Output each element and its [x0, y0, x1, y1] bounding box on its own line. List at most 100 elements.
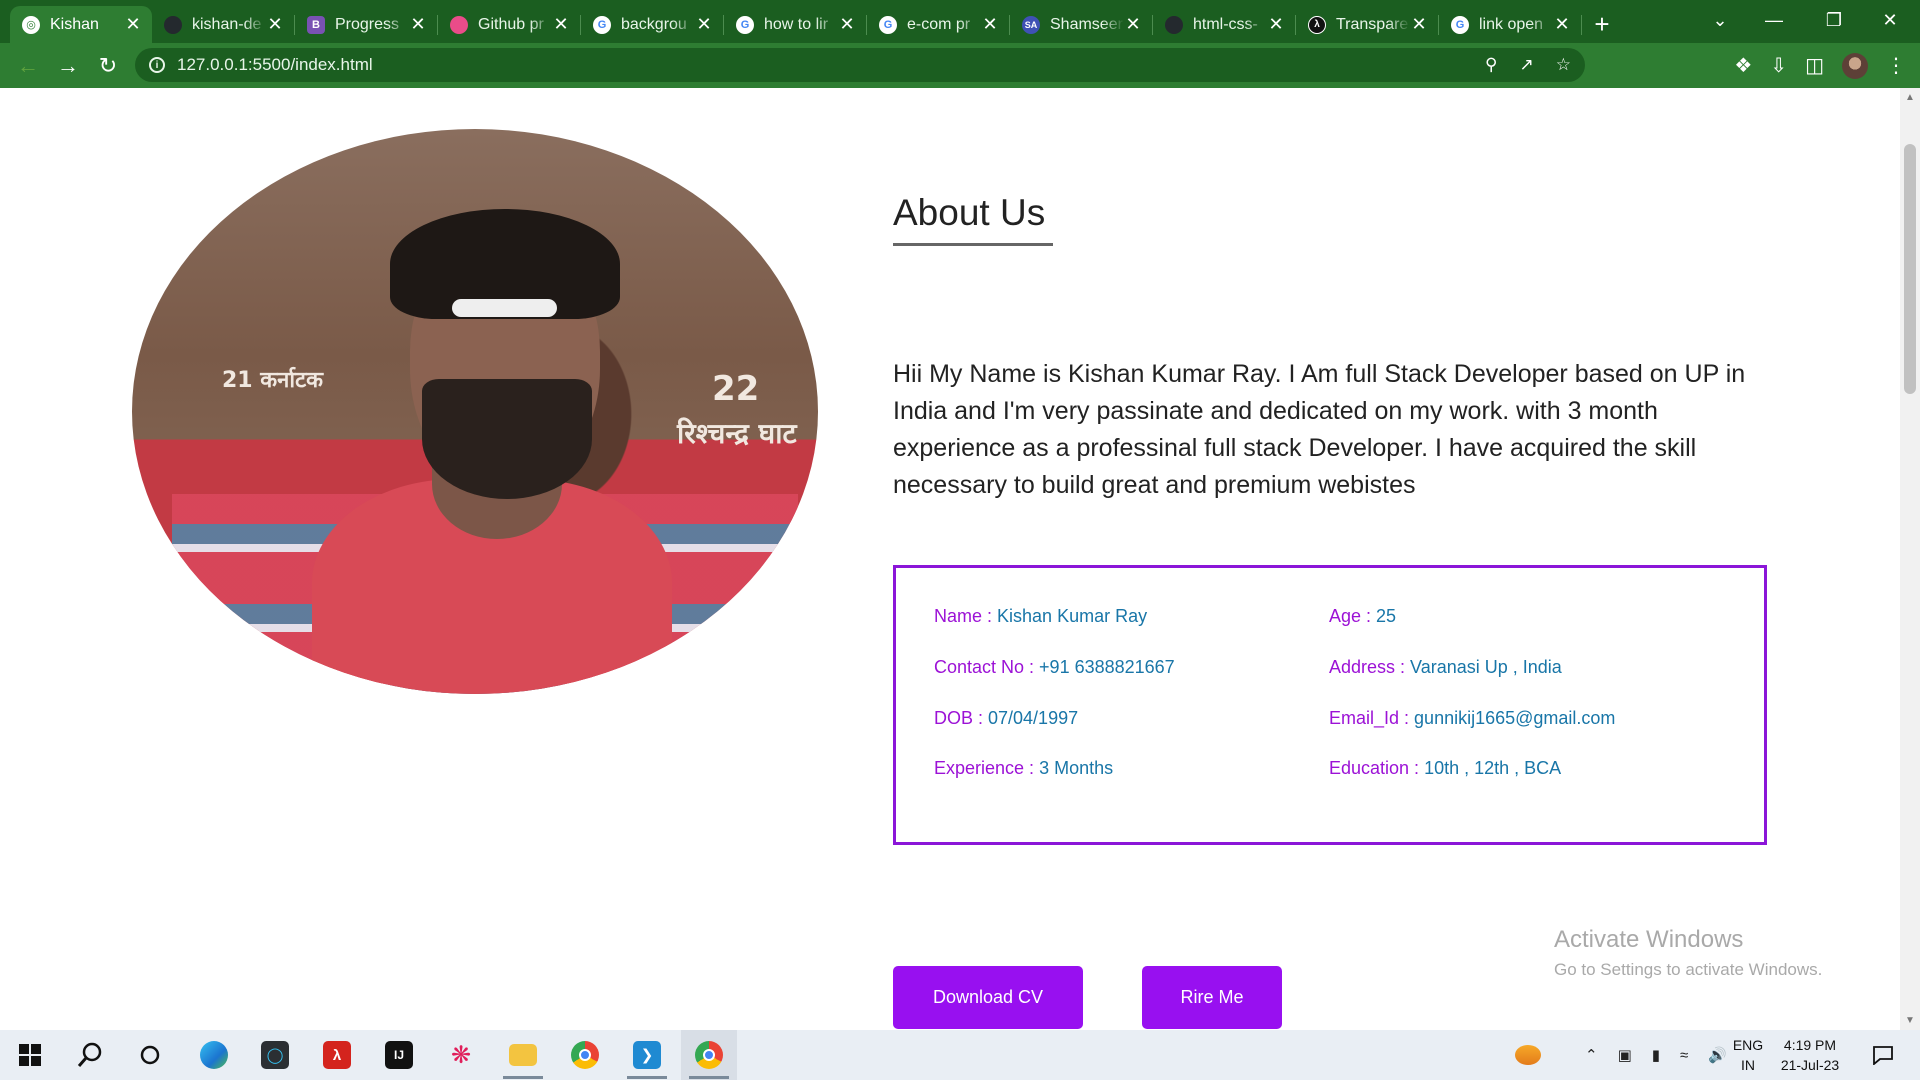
google-icon: G [736, 15, 754, 34]
start-icon[interactable] [2, 1030, 58, 1080]
close-icon[interactable]: ✕ [1124, 14, 1142, 35]
tab-title: Progress [335, 15, 400, 33]
download-cv-button[interactable]: Download CV [893, 966, 1083, 1029]
tab-transparent[interactable]: λ Transpare ✕ [1296, 6, 1438, 43]
back-icon[interactable]: ← [8, 48, 48, 84]
github-icon [1165, 15, 1183, 34]
edge-icon[interactable] [186, 1030, 242, 1080]
info-label: Name : [934, 606, 998, 626]
close-icon[interactable]: ✕ [409, 14, 427, 35]
minimize-icon[interactable]: — [1744, 0, 1804, 40]
close-icon[interactable]: ✕ [695, 14, 713, 35]
volume-icon[interactable]: 🔊 [1708, 1046, 1727, 1064]
cortana-icon[interactable] [122, 1030, 178, 1080]
meet-icon[interactable]: ▣ [1618, 1046, 1632, 1064]
bookmark-star-icon[interactable]: ☆ [1556, 55, 1571, 75]
intellij-icon[interactable]: IJ [371, 1030, 427, 1080]
chrome-icon[interactable] [557, 1030, 613, 1080]
tab-title: Kishan [50, 15, 99, 33]
wifi-icon[interactable]: ≈ [1680, 1047, 1688, 1064]
toolbar-right: ❖ ⇩ ◫ ⋮ [1734, 43, 1906, 88]
photo-beard [422, 379, 592, 499]
bootstrap-icon: B [307, 15, 325, 34]
globe-icon: ◎ [22, 15, 40, 34]
extensions-icon[interactable]: ❖ [1734, 53, 1752, 78]
site-info-icon[interactable]: i [149, 57, 165, 73]
tab-link-open[interactable]: G link open ✕ [1439, 6, 1581, 43]
google-icon: G [1451, 15, 1469, 34]
tab-strip: ◎ Kishan ✕ kishan-de ✕ B Progress ✕ Gith… [0, 0, 1920, 43]
info-box: Name : Kishan Kumar Ray Age : 25 Contact… [893, 565, 1767, 845]
omnibox-actions: ⚲ ↗ ☆ [1485, 48, 1571, 82]
info-value: 25 [1376, 606, 1397, 626]
tab-ecom[interactable]: G e-com pr ✕ [867, 6, 1009, 43]
tab-github-pr[interactable]: Github pr ✕ [438, 6, 580, 43]
close-icon[interactable]: ✕ [1410, 14, 1428, 35]
activate-windows-watermark: Activate Windows Go to Settings to activ… [1554, 926, 1822, 980]
info-label: Email_Id : [1329, 708, 1415, 728]
acrobat-icon[interactable]: λ [309, 1030, 365, 1080]
avatar-sa-icon: SA [1022, 15, 1040, 34]
taskbar-clock[interactable]: 4:19 PM 21-Jul-23 [1775, 1035, 1845, 1075]
info-label: Contact No : [934, 657, 1040, 677]
profile-avatar[interactable] [1842, 52, 1868, 79]
weather-icon[interactable] [1515, 1045, 1541, 1065]
watermark-title: Activate Windows [1554, 926, 1744, 953]
tab-search-chevron-icon[interactable]: ⌄ [1690, 0, 1750, 40]
side-panel-icon[interactable]: ◫ [1805, 53, 1824, 78]
notifications-icon[interactable] [1855, 1030, 1911, 1080]
tab-title: html-css- [1193, 15, 1258, 33]
language-indicator[interactable]: ENG IN [1730, 1035, 1766, 1075]
close-icon[interactable]: ✕ [981, 14, 999, 35]
file-explorer-icon[interactable] [495, 1030, 551, 1080]
close-icon[interactable]: ✕ [1267, 14, 1285, 35]
search-icon[interactable] [62, 1030, 118, 1080]
info-address: Address : Varanasi Up , India [1329, 657, 1562, 678]
info-label: Experience : [934, 758, 1040, 778]
scroll-up-icon[interactable]: ▲ [1905, 92, 1915, 103]
app-icon[interactable]: ◯ [247, 1030, 303, 1080]
tab-kishan-de[interactable]: kishan-de ✕ [152, 6, 294, 43]
restore-icon[interactable]: ❐ [1804, 0, 1864, 40]
zoom-icon[interactable]: ⚲ [1485, 55, 1497, 75]
reload-icon[interactable]: ↻ [88, 48, 128, 84]
hire-me-button[interactable]: Rire Me [1142, 966, 1282, 1029]
battery-icon[interactable]: ▮ [1652, 1046, 1660, 1064]
download-icon[interactable]: ⇩ [1770, 53, 1787, 78]
info-value: +91 6388821667 [1039, 657, 1175, 677]
scrollbar-thumb[interactable] [1904, 144, 1916, 394]
scroll-down-icon[interactable]: ▼ [1905, 1015, 1915, 1026]
tab-html-css[interactable]: html-css- ✕ [1153, 6, 1295, 43]
about-title: About Us [893, 192, 1046, 233]
new-tab-plus-icon[interactable]: + [1582, 6, 1622, 43]
vscode-icon[interactable]: ❯ [619, 1030, 675, 1080]
browser-toolbar: ← → ↻ i 127.0.0.1:5500/index.html ⚲ ↗ ☆ … [0, 43, 1920, 88]
slack-icon[interactable]: ❋ [433, 1030, 489, 1080]
tab-shamseer[interactable]: SA Shamseer ✕ [1010, 6, 1152, 43]
tab-kishan[interactable]: ◎ Kishan ✕ [10, 6, 152, 43]
close-icon[interactable]: ✕ [266, 14, 284, 35]
info-value: Varanasi Up , India [1410, 657, 1562, 677]
tab-how-to-link[interactable]: G how to lir ✕ [724, 6, 866, 43]
menu-kebab-icon[interactable]: ⋮ [1886, 53, 1906, 78]
info-value: 3 Months [1039, 758, 1114, 778]
share-icon[interactable]: ↗ [1520, 55, 1534, 75]
close-icon[interactable]: ✕ [124, 14, 142, 35]
page-scrollbar[interactable]: ▲ ▼ [1900, 88, 1920, 1030]
info-value: 07/04/1997 [988, 708, 1079, 728]
close-icon[interactable]: ✕ [552, 14, 570, 35]
about-underline [893, 243, 1053, 246]
info-label: Age : [1329, 606, 1377, 626]
close-window-icon[interactable]: ✕ [1860, 0, 1920, 40]
tab-title: e-com pr [907, 15, 971, 33]
tab-background[interactable]: G backgrou ✕ [581, 6, 723, 43]
chevron-up-icon[interactable]: ⌃ [1585, 1046, 1598, 1064]
address-bar[interactable]: i 127.0.0.1:5500/index.html ⚲ ↗ ☆ [135, 48, 1585, 82]
forward-icon[interactable]: → [48, 48, 88, 84]
close-icon[interactable]: ✕ [838, 14, 856, 35]
info-education: Education : 10th , 12th , BCA [1329, 758, 1561, 779]
tab-progress[interactable]: B Progress ✕ [295, 6, 437, 43]
google-icon: G [879, 15, 897, 34]
close-icon[interactable]: ✕ [1553, 14, 1571, 35]
chrome-profile-icon[interactable] [681, 1030, 737, 1080]
